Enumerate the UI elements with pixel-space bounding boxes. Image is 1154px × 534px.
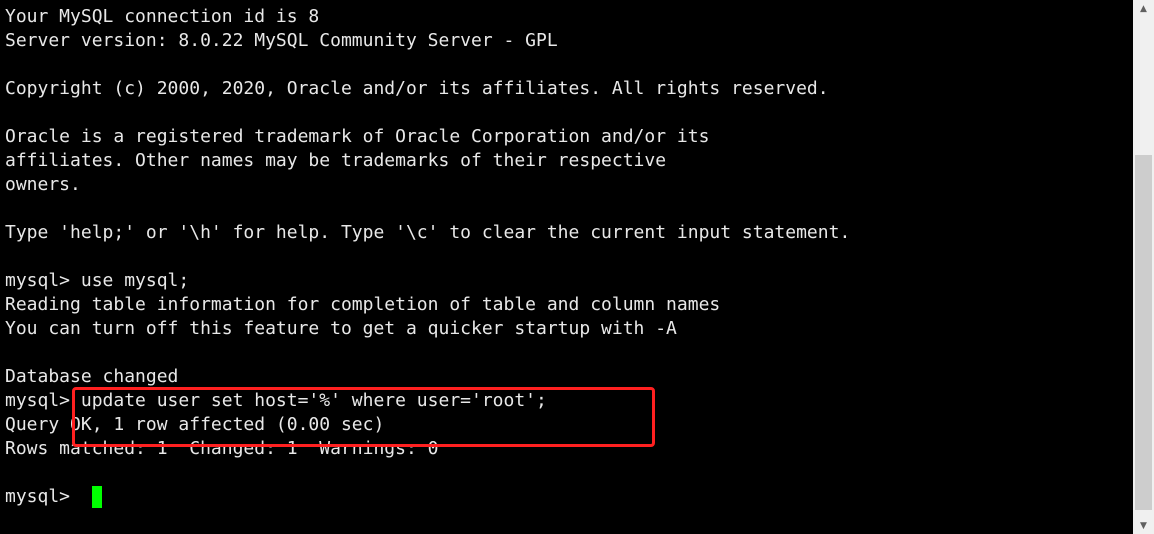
terminal-line: mysql> use mysql; [5,270,190,291]
terminal-line: mysql> update user set host='%' where us… [5,390,547,411]
terminal-line: Server version: 8.0.22 MySQL Community S… [5,30,558,51]
active-prompt-line[interactable]: mysql> [5,485,850,509]
terminal-output: Your MySQL connection id is 8 Server ver… [5,5,850,509]
scrollbar-thumb[interactable] [1135,155,1152,510]
terminal-line: owners. [5,174,81,195]
text-cursor [91,486,102,508]
terminal-window[interactable]: Your MySQL connection id is 8 Server ver… [0,0,1133,534]
vertical-scrollbar[interactable]: ▲ ▼ [1133,0,1154,534]
terminal-line: Oracle is a registered trademark of Orac… [5,126,710,147]
terminal-line: Database changed [5,366,179,387]
terminal-line: Your MySQL connection id is 8 [5,6,320,27]
terminal-line: Reading table information for completion… [5,294,721,315]
terminal-line: Query OK, 1 row affected (0.00 sec) [5,414,385,435]
mysql-prompt: mysql> [5,486,81,507]
terminal-line: affiliates. Other names may be trademark… [5,150,667,171]
terminal-line: You can turn off this feature to get a q… [5,318,677,339]
scroll-up-arrow-icon[interactable]: ▲ [1133,0,1154,17]
terminal-line: Copyright (c) 2000, 2020, Oracle and/or … [5,78,829,99]
terminal-line: Rows matched: 1 Changed: 1 Warnings: 0 [5,438,439,459]
scroll-down-arrow-icon[interactable]: ▼ [1133,517,1154,534]
terminal-line: Type 'help;' or '\h' for help. Type '\c'… [5,222,851,243]
